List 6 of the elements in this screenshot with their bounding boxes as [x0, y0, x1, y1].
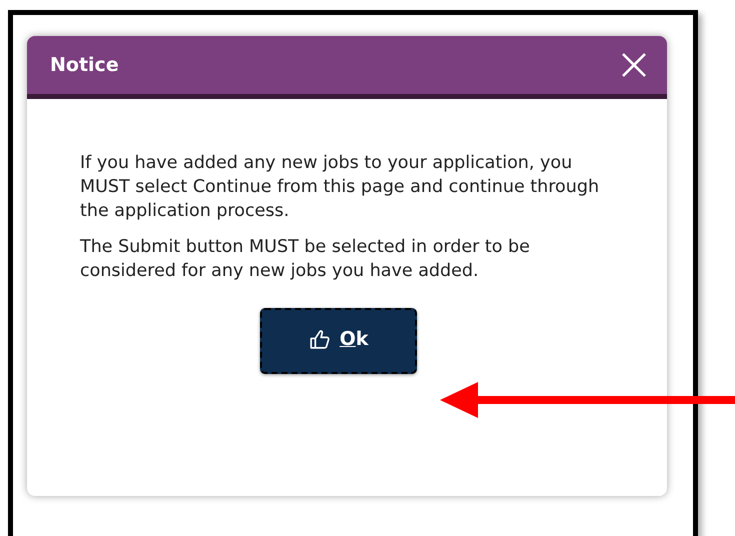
notice-paragraph: The Submit button MUST be selected in order to be considered for any new jobs you have added. — [80, 236, 531, 283]
close-icon[interactable] — [621, 52, 647, 78]
ok-button[interactable]: Ok — [260, 308, 417, 374]
dialog-title: Notice — [50, 54, 119, 76]
thumbs-up-icon — [308, 328, 330, 350]
notice-paragraph: If you have added any new jobs to your application, you MUST select Continue from this page and continue through the application process. — [80, 152, 600, 223]
